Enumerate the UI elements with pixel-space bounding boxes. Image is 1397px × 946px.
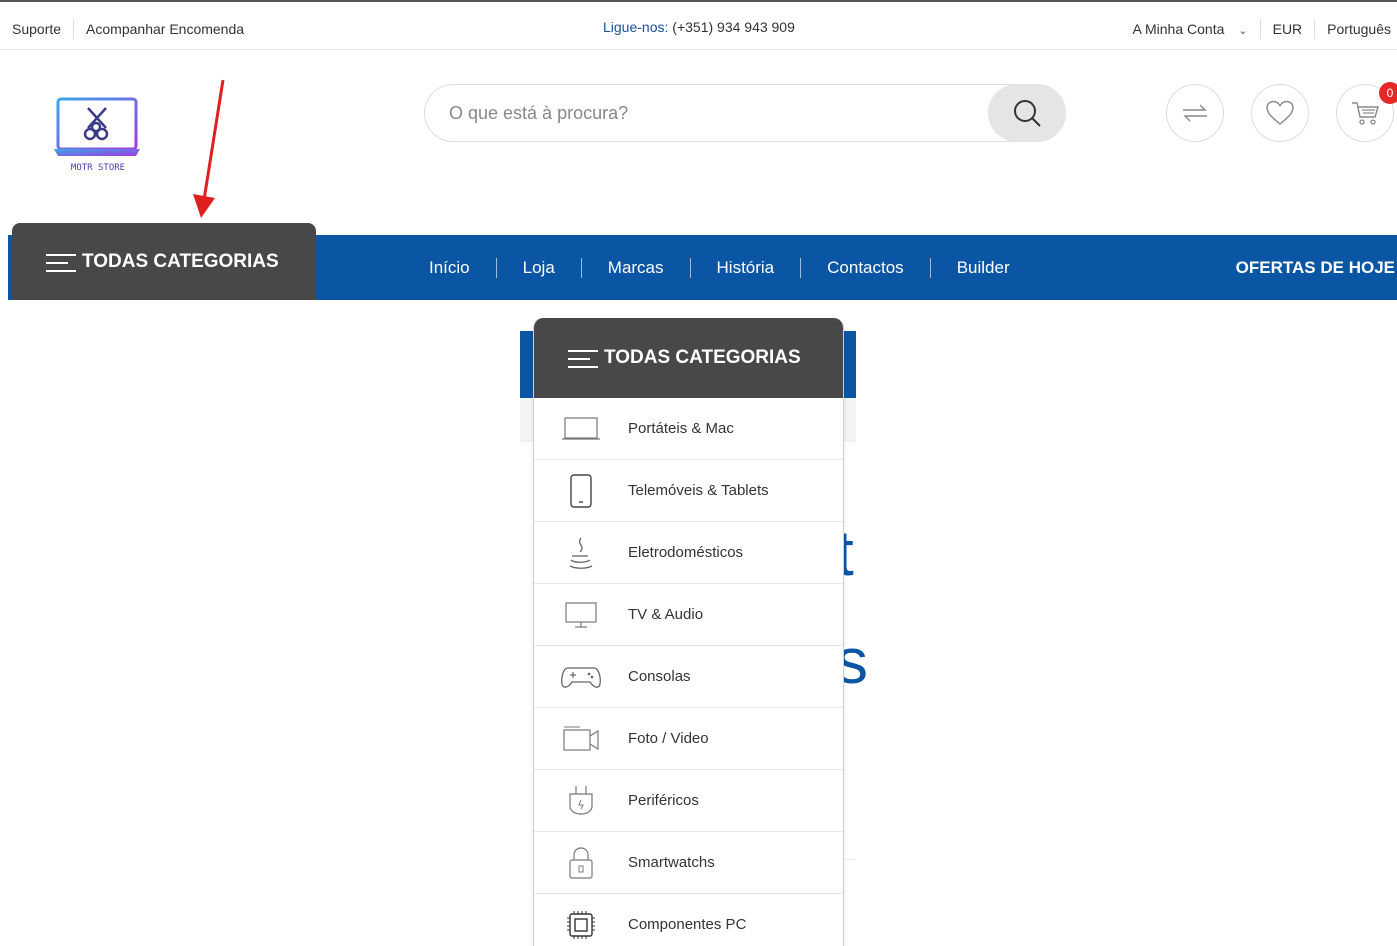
main-menu: Início Loja Marcas História Contactos Bu…	[429, 258, 1010, 278]
divider	[580, 258, 582, 278]
divider	[929, 258, 931, 278]
cart-icon	[1352, 102, 1379, 125]
category-label: Componentes PC	[628, 916, 747, 933]
laptop-icon	[534, 416, 628, 442]
divider	[73, 19, 75, 39]
divider	[495, 258, 497, 278]
top-bar-left: Suporte Acompanhar Encomenda	[12, 19, 256, 39]
phone-label: Ligue-nos:	[603, 19, 669, 35]
nav-item-marcas[interactable]: Marcas	[608, 258, 664, 278]
category-label: Periféricos	[628, 792, 699, 809]
divider	[1259, 19, 1261, 39]
chip-icon	[534, 910, 628, 940]
todays-offers-link[interactable]: OFERTAS DE HOJE	[1236, 258, 1395, 278]
plug-icon	[534, 784, 628, 818]
red-arrow-annotation	[193, 79, 225, 218]
gamepad-icon	[534, 664, 628, 690]
page: Suporte Acompanhar Encomenda Ligue-nos: …	[0, 0, 1397, 946]
category-label: Portáteis & Mac	[628, 420, 734, 437]
nav-item-historia[interactable]: História	[717, 258, 775, 278]
dropdown-header[interactable]: TODAS CATEGORIAS	[534, 318, 843, 398]
compare-button[interactable]	[1166, 84, 1224, 142]
categories-dropdown: TODAS CATEGORIAS Portáteis & Mac Telemóv…	[533, 318, 844, 946]
hamburger-icon	[46, 252, 76, 272]
category-item-componentes-pc[interactable]: Componentes PC	[534, 894, 843, 946]
category-label: Foto / Video	[628, 730, 709, 747]
logo-text: MOTR STORE	[71, 163, 125, 173]
chevron-down-icon: ⌄	[1238, 25, 1248, 37]
account-dropdown[interactable]: A Minha Conta ⌄	[1133, 21, 1248, 37]
hamburger-icon	[568, 348, 598, 368]
store-logo[interactable]: MOTR STORE	[52, 96, 144, 176]
phone-info: Ligue-nos: (+351) 934 943 909	[603, 19, 795, 35]
support-link[interactable]: Suporte	[12, 21, 73, 37]
appliance-icon	[534, 536, 628, 570]
compare-icon	[1183, 104, 1207, 122]
lock-icon	[534, 846, 628, 880]
category-label: Eletrodomésticos	[628, 544, 744, 561]
language-selector[interactable]: Português	[1327, 21, 1391, 37]
dropdown-title: TODAS CATEGORIAS	[604, 347, 801, 368]
search-button[interactable]	[988, 84, 1066, 142]
logo-laptop-icon: MOTR STORE	[54, 97, 140, 173]
category-label: Smartwatchs	[628, 854, 715, 871]
account-label: A Minha Conta	[1132, 21, 1225, 37]
category-item-eletrodomesticos[interactable]: Eletrodomésticos	[534, 522, 843, 584]
category-item-consolas[interactable]: Consolas	[534, 646, 843, 708]
divider	[689, 258, 691, 278]
category-item-telemoveis[interactable]: Telemóveis & Tablets	[534, 460, 843, 522]
all-categories-button[interactable]: TODAS CATEGORIAS	[12, 223, 316, 300]
divider	[800, 258, 802, 278]
top-bar: Suporte Acompanhar Encomenda Ligue-nos: …	[0, 0, 1397, 50]
category-item-smartwatchs[interactable]: Smartwatchs	[534, 832, 843, 894]
category-item-portateis[interactable]: Portáteis & Mac	[534, 398, 843, 460]
category-item-tv-audio[interactable]: TV & Audio	[534, 584, 843, 646]
camera-icon	[534, 725, 628, 753]
currency-selector[interactable]: EUR	[1273, 21, 1303, 37]
category-label: Consolas	[628, 668, 691, 685]
nav-item-inicio[interactable]: Início	[429, 258, 470, 278]
top-bar-right: A Minha Conta ⌄ EUR Português	[1133, 19, 1391, 39]
divider	[1314, 19, 1316, 39]
nav-item-loja[interactable]: Loja	[523, 258, 555, 278]
category-label: TV & Audio	[628, 606, 704, 623]
category-item-foto-video[interactable]: Foto / Video	[534, 708, 843, 770]
wishlist-button[interactable]	[1251, 84, 1309, 142]
cart-count-badge: 0	[1379, 82, 1397, 104]
phone-number[interactable]: (+351) 934 943 909	[668, 19, 795, 35]
search-input[interactable]	[449, 95, 989, 131]
all-categories-label: TODAS CATEGORIAS	[82, 250, 279, 272]
nav-item-builder[interactable]: Builder	[957, 258, 1010, 278]
nav-item-contactos[interactable]: Contactos	[827, 258, 904, 278]
search-icon	[1014, 100, 1041, 127]
category-item-perifericos[interactable]: Periféricos	[534, 770, 843, 832]
tv-icon	[534, 601, 628, 629]
heart-icon	[1266, 100, 1294, 125]
phone-icon	[534, 473, 628, 508]
track-order-link[interactable]: Acompanhar Encomenda	[86, 21, 256, 37]
category-label: Telemóveis & Tablets	[628, 482, 769, 499]
search-box	[424, 84, 1066, 142]
cart-button[interactable]: 0	[1336, 82, 1397, 142]
